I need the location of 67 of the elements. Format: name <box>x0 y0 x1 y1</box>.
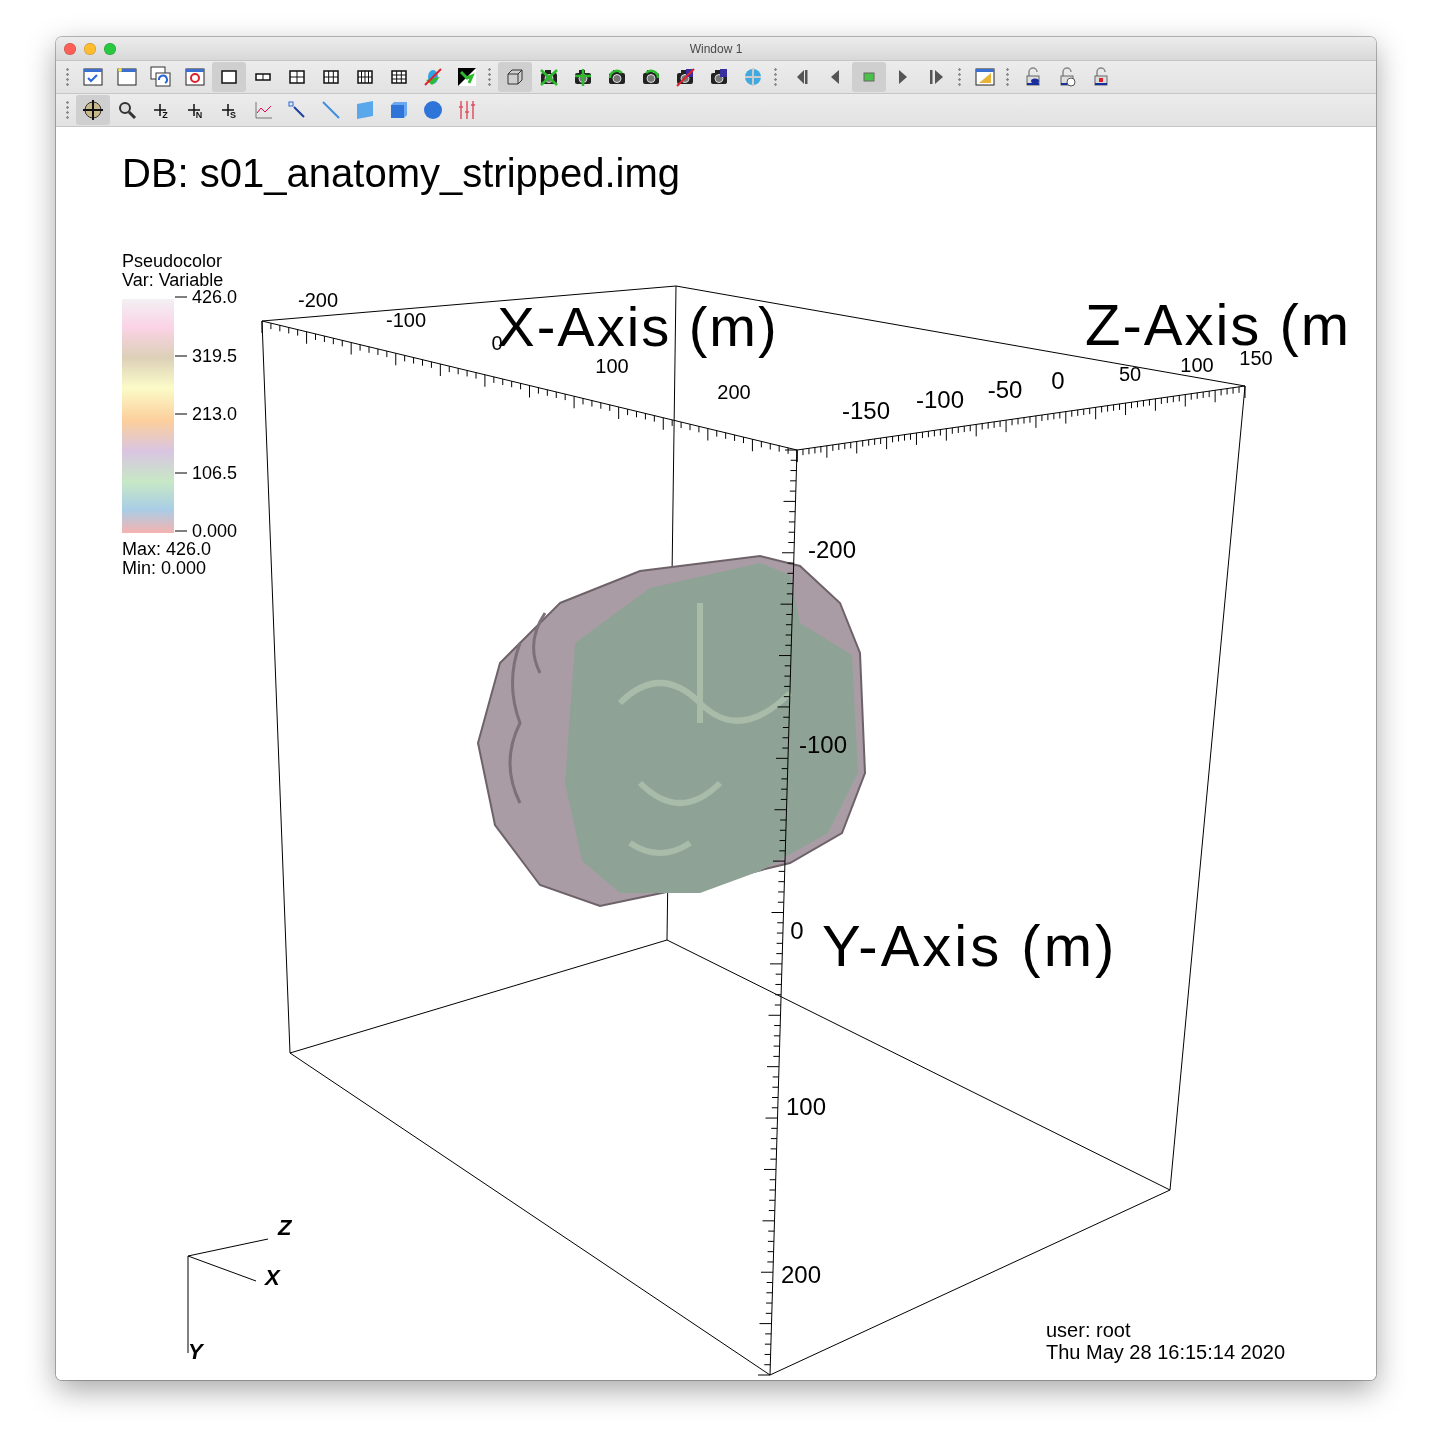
triad-label: Y <box>188 1339 203 1364</box>
legend-tick-label: 426.0 <box>192 287 238 307</box>
new-window-icon <box>116 66 138 88</box>
y-tick-label: 200 <box>781 1261 821 1288</box>
z-tick-label: -150 <box>842 397 890 424</box>
x-tick-label: -100 <box>386 309 426 331</box>
triad-label: Z <box>278 1215 292 1240</box>
compass-button[interactable] <box>76 95 110 125</box>
legend-tick-label: 213.0 <box>192 404 238 424</box>
legend-tick-label: 0.000 <box>192 521 238 541</box>
legend-tick-label: 106.5 <box>192 463 238 483</box>
user-label: user: root <box>1046 1319 1131 1341</box>
database-title: DB: s01_anatomy_stripped.img <box>122 151 681 195</box>
delete-window-icon <box>184 66 206 88</box>
legend-tick-label: 319.5 <box>192 346 238 366</box>
cube-icon <box>504 66 526 88</box>
compass-icon <box>82 99 104 121</box>
clone-window-icon <box>150 66 172 88</box>
timestamp: Thu May 28 16:15:14 2020 <box>1046 1341 1286 1363</box>
legend-min: Min: 0.000 <box>122 558 207 578</box>
y-axis-title: Y-Axis (m) <box>822 913 1118 978</box>
toolbar-grip[interactable] <box>774 67 777 87</box>
y-tick-label: 0 <box>790 917 804 944</box>
toolbar-grip[interactable] <box>66 67 69 87</box>
line-tool-icon <box>320 99 342 121</box>
active-window-icon <box>82 66 104 88</box>
zoom-icon <box>116 99 138 121</box>
plane-tool-icon <box>354 99 376 121</box>
toolbar-grip[interactable] <box>66 100 69 120</box>
y-tick-label: -200 <box>808 536 856 563</box>
y-tick-label: 100 <box>786 1093 826 1120</box>
crosshair-icon <box>154 104 167 116</box>
triad-label: X <box>265 1265 280 1290</box>
toolbar-grip[interactable] <box>1006 67 1009 87</box>
y-tick-label: -100 <box>799 731 847 758</box>
camera-icon <box>674 66 696 88</box>
spin-mode-icon <box>456 66 478 88</box>
parallel-axes-icon <box>456 99 478 121</box>
crosshair-icon <box>222 104 234 116</box>
close-button[interactable] <box>64 42 76 55</box>
z-tick-label: 100 <box>1180 354 1214 376</box>
lock-view-icon <box>422 66 444 88</box>
layout-single-button[interactable] <box>212 62 246 92</box>
crosshair-button[interactable]: Z <box>144 95 178 125</box>
z-tick-label: -50 <box>987 376 1023 403</box>
box-tool-icon <box>388 99 410 121</box>
crosshair-button[interactable]: S <box>212 95 246 125</box>
camera-icon <box>538 66 560 88</box>
sphere-icon <box>422 99 444 121</box>
palette-icon <box>974 66 996 88</box>
legend-variable: Var: Variable <box>122 270 224 290</box>
legend-title: Pseudocolor <box>122 251 223 271</box>
x-tick-label: 100 <box>595 355 629 377</box>
crosshair-icon <box>187 104 200 116</box>
window-title: Window 1 <box>689 41 743 56</box>
x-tick-label: -200 <box>298 289 338 311</box>
toolbar-grip[interactable] <box>958 67 961 87</box>
globe-icon <box>742 66 764 88</box>
toolbar-grip[interactable] <box>488 67 491 87</box>
crosshair-button[interactable]: N <box>178 95 212 125</box>
z-tick-label: -100 <box>916 386 964 413</box>
z-tick-label: 50 <box>1118 363 1142 385</box>
lineout-icon <box>252 99 274 121</box>
camera-icon <box>572 66 594 88</box>
legend-max: Max: 426.0 <box>122 539 212 559</box>
z-tick-label: 0 <box>1051 367 1065 394</box>
x-tick-label: 200 <box>717 381 751 403</box>
